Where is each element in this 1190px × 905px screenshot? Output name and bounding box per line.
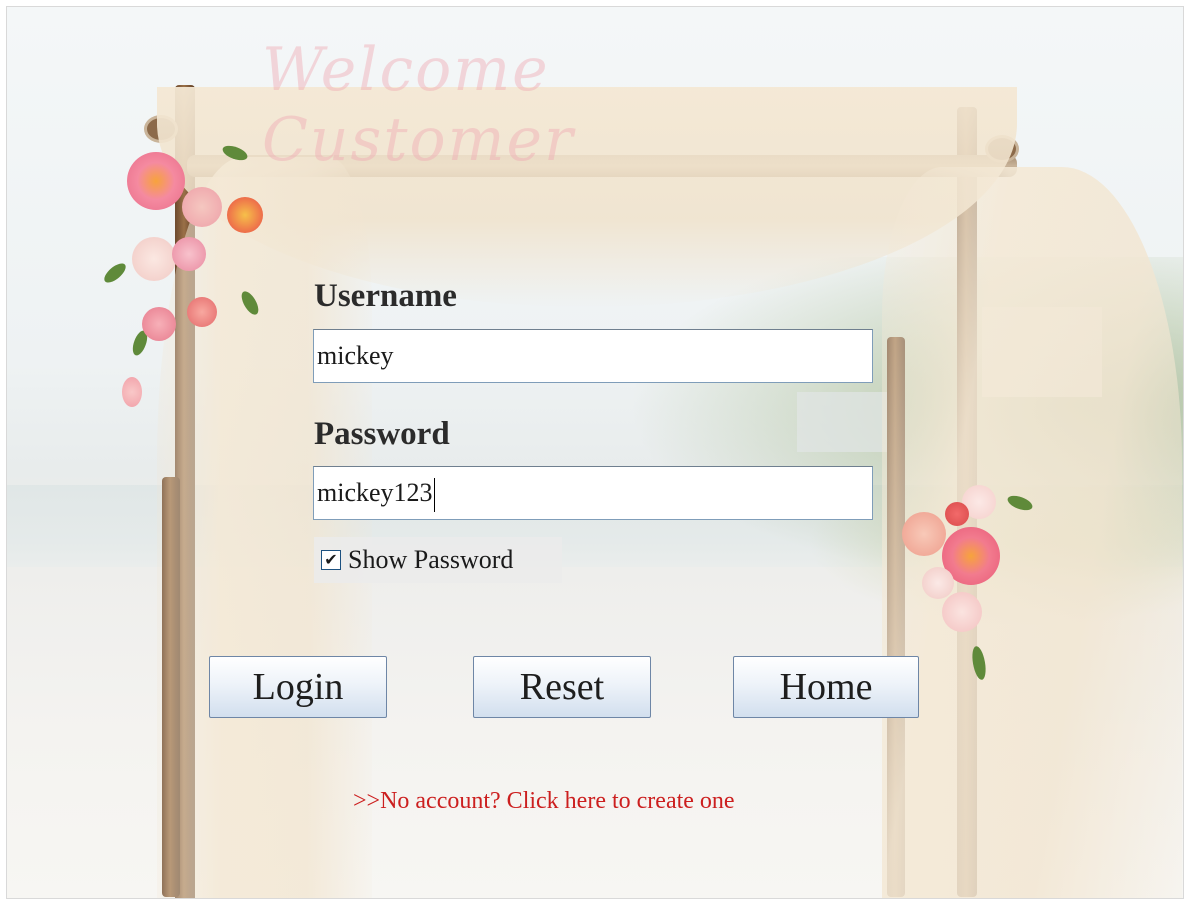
show-password-checkbox[interactable]: ✔ xyxy=(321,550,341,570)
reset-button[interactable]: Reset xyxy=(473,656,651,718)
show-password-label: Show Password xyxy=(348,545,514,574)
text-caret xyxy=(433,478,435,513)
username-field[interactable]: mickey xyxy=(313,329,873,383)
username-value: mickey xyxy=(317,341,394,370)
login-button[interactable]: Login xyxy=(209,656,387,718)
page-title: Welcome Customer xyxy=(262,35,575,175)
username-label: Username xyxy=(314,278,457,314)
create-account-link[interactable]: >>No account? Click here to create one xyxy=(353,788,735,815)
show-password-toggle[interactable]: ✔ Show Password xyxy=(314,537,562,583)
background-building-small xyxy=(797,392,887,452)
checkmark-icon: ✔ xyxy=(324,550,338,569)
home-button[interactable]: Home xyxy=(733,656,919,718)
password-value: mickey123 xyxy=(317,478,433,507)
password-label: Password xyxy=(314,416,450,452)
background-image: Welcome Customer xyxy=(7,7,1183,898)
password-field[interactable]: mickey123 xyxy=(313,466,873,520)
